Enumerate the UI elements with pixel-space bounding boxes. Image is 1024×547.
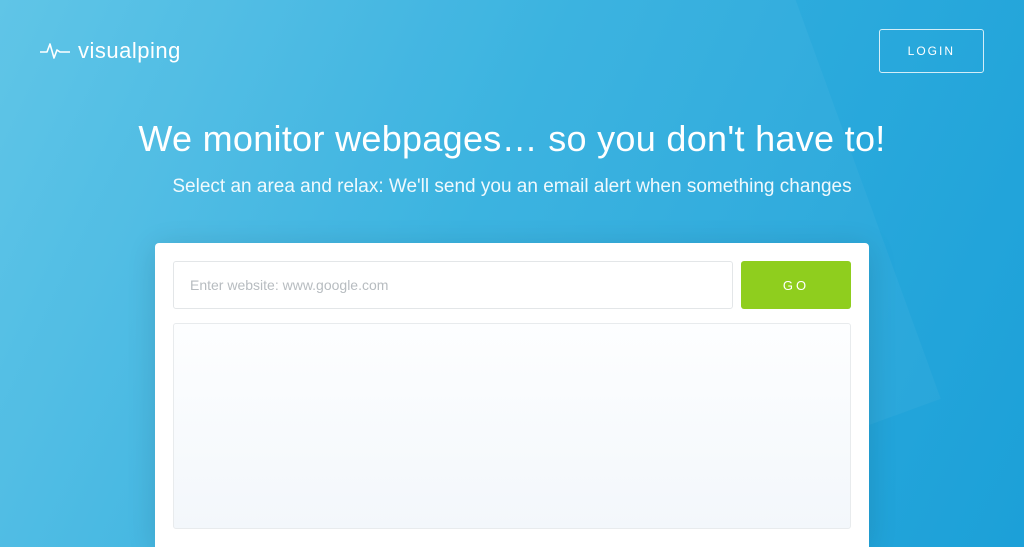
login-button[interactable]: LOGIN [879, 29, 984, 73]
brand-name: visualping [78, 38, 181, 64]
hero: We monitor webpages… so you don't have t… [0, 118, 1024, 198]
preview-area[interactable] [173, 323, 851, 529]
page-root: visualping LOGIN We monitor webpages… so… [0, 0, 1024, 547]
header: visualping LOGIN [40, 29, 984, 73]
url-row: GO [173, 261, 851, 309]
brand[interactable]: visualping [40, 38, 181, 64]
go-button[interactable]: GO [741, 261, 851, 309]
monitor-card: GO [155, 243, 869, 547]
pulse-icon [40, 41, 70, 61]
headline: We monitor webpages… so you don't have t… [40, 118, 984, 160]
subheadline: Select an area and relax: We'll send you… [40, 176, 984, 198]
url-input[interactable] [173, 261, 733, 309]
